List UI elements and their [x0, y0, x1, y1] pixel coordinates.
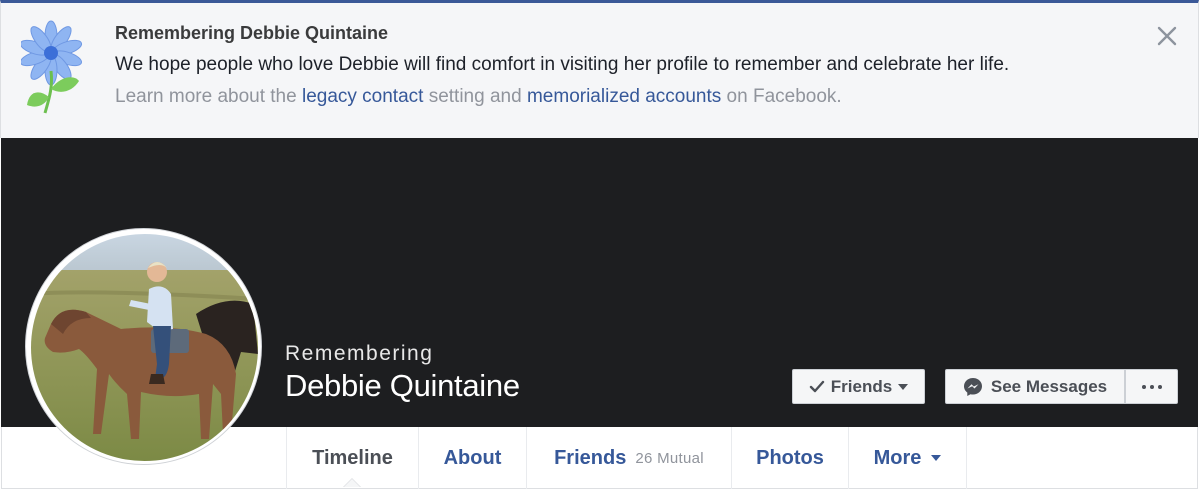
mutual-friends-count: 26 Mutual	[635, 449, 704, 467]
active-tab-indicator	[343, 478, 361, 487]
tab-photos[interactable]: Photos	[731, 427, 848, 489]
friends-button[interactable]: Friends	[792, 369, 925, 404]
banner-message: We hope people who love Debbie will find…	[115, 54, 1010, 75]
tab-more[interactable]: More	[848, 427, 967, 489]
profile-photo	[31, 234, 258, 461]
learn-prefix: Learn more about the	[115, 86, 302, 107]
tab-about[interactable]: About	[418, 427, 526, 489]
memorialized-accounts-link[interactable]: memorialized accounts	[527, 86, 721, 107]
avatar[interactable]	[25, 228, 262, 465]
flower-icon	[19, 19, 87, 119]
banner-title: Remembering Debbie Quintaine	[115, 23, 389, 43]
tab-friends-label: Friends	[554, 446, 627, 469]
more-options-button[interactable]	[1125, 369, 1178, 404]
banner-learn-more: Learn more about the legacy contact sett…	[115, 86, 842, 108]
tab-friends[interactable]: Friends 26 Mutual	[526, 427, 731, 489]
tab-timeline-label: Timeline	[312, 446, 393, 469]
chevron-down-icon	[898, 383, 909, 390]
close-icon[interactable]	[1156, 25, 1178, 47]
tab-about-label: About	[443, 446, 502, 469]
learn-suffix: on Facebook.	[721, 86, 842, 107]
see-messages-label: See Messages	[990, 376, 1108, 396]
tab-more-label: More	[873, 446, 922, 469]
ellipsis-icon	[1141, 384, 1162, 389]
legacy-contact-link[interactable]: legacy contact	[302, 86, 423, 107]
tab-photos-label: Photos	[756, 446, 824, 469]
remembering-label: Remembering	[285, 342, 434, 365]
profile-name[interactable]: Debbie Quintaine	[285, 368, 520, 404]
memorial-banner: Remembering Debbie Quintaine We hope peo…	[0, 0, 1199, 138]
chevron-down-icon	[931, 455, 942, 461]
see-messages-button[interactable]: See Messages	[945, 369, 1125, 404]
messenger-icon	[963, 377, 982, 396]
friends-button-label: Friends	[830, 376, 893, 396]
learn-middle: setting and	[423, 86, 527, 107]
checkmark-icon	[809, 380, 824, 392]
